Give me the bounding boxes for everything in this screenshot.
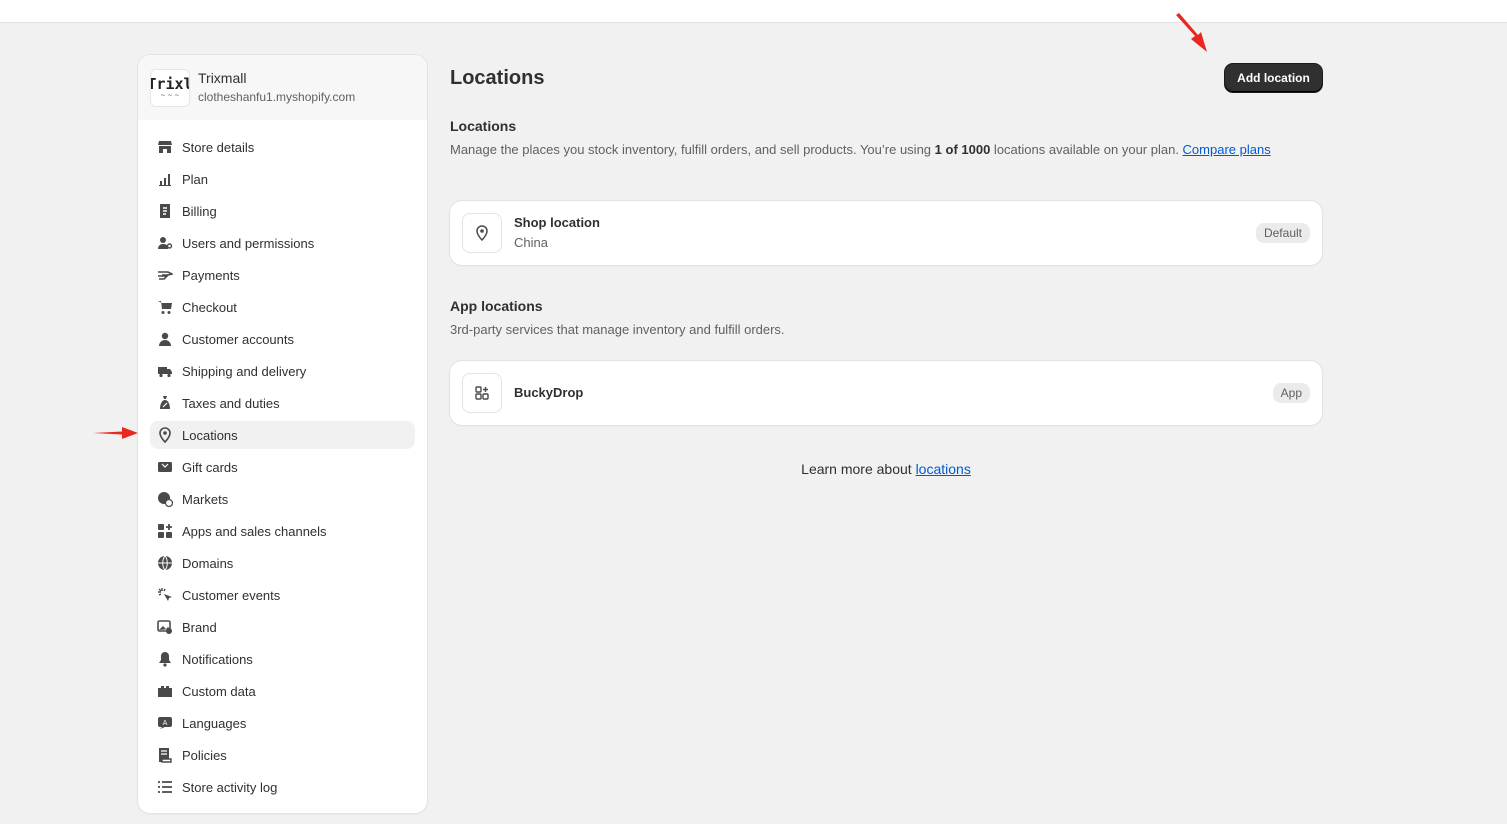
location-pin-icon (156, 426, 174, 444)
sidebar-item-label: Domains (182, 555, 234, 571)
chart-icon (156, 170, 174, 188)
location-name: Shop location (514, 215, 600, 230)
sidebar-item-label: Notifications (182, 651, 253, 667)
sidebar-item-notifications[interactable]: Notifications (150, 645, 415, 673)
hand-money-icon (156, 266, 174, 284)
list-icon (156, 778, 174, 796)
annotation-arrow-top (1176, 13, 1207, 52)
gift-card-icon (156, 458, 174, 476)
sidebar-item-label: Locations (182, 427, 238, 443)
app-location-name: BuckyDrop (514, 385, 584, 400)
image-icon (156, 618, 174, 636)
sidebar-item-locations[interactable]: Locations (150, 421, 415, 449)
apps-icon (462, 373, 502, 413)
sidebar-item-label: Users and permissions (182, 235, 315, 251)
page-title: Locations (450, 67, 545, 89)
location-country: China (514, 235, 548, 250)
sidebar-item-label: Policies (182, 747, 227, 763)
sidebar-item-billing[interactable]: Billing (150, 197, 415, 225)
svg-text:A: A (163, 719, 168, 727)
sidebar-item-custom-data[interactable]: Custom data (150, 677, 415, 705)
learn-more-text: Learn more about locations (801, 461, 971, 477)
app-badge: App (1272, 383, 1310, 403)
add-location-button[interactable]: Add location (1225, 64, 1322, 92)
sidebar-item-label: Billing (182, 203, 217, 219)
sidebar-item-label: Customer events (182, 587, 281, 603)
apps-icon (156, 522, 174, 540)
sidebar-item-store-details[interactable]: Store details (150, 133, 415, 161)
store-header[interactable]: Trixl ~ ~ ~ Trixmall clotheshanfu1.mysho… (138, 55, 427, 120)
shop-location-card[interactable]: Shop location China Default (450, 201, 1322, 265)
truck-icon (156, 362, 174, 380)
users-icon (156, 234, 174, 252)
store-logo: Trixl ~ ~ ~ (150, 68, 190, 107)
sidebar-item-label: Gift cards (182, 459, 238, 475)
top-bar (0, 0, 1507, 23)
sidebar-item-label: Apps and sales channels (182, 523, 327, 539)
sidebar-item-label: Shipping and delivery (182, 363, 307, 379)
sidebar-item-label: Customer accounts (182, 331, 294, 347)
cursor-click-icon (156, 586, 174, 604)
sidebar-item-label: Plan (182, 171, 209, 187)
sidebar-item-gift-cards[interactable]: Gift cards (150, 453, 415, 481)
globe-dollar-icon (156, 490, 174, 508)
app-locations-heading: App locations (450, 298, 543, 314)
locations-section-description: Manage the places you stock inventory, f… (450, 142, 1271, 157)
location-pin-icon (462, 213, 502, 253)
sidebar-item-policies[interactable]: Policies (150, 741, 415, 769)
sidebar-item-languages[interactable]: A Languages (150, 709, 415, 737)
sidebar-item-label: Store activity log (182, 779, 278, 795)
sidebar-item-markets[interactable]: Markets (150, 485, 415, 513)
store-icon (156, 138, 174, 156)
sidebar-item-label: Taxes and duties (182, 395, 280, 411)
settings-nav: Store details Plan Billing Users and per… (138, 120, 427, 801)
bell-icon (156, 650, 174, 668)
app-location-card[interactable]: BuckyDrop App (450, 361, 1322, 425)
store-name: Trixmall (198, 70, 247, 86)
sidebar-item-label: Store details (182, 139, 255, 155)
sidebar-item-customer-accounts[interactable]: Customer accounts (150, 325, 415, 353)
sidebar-item-label: Checkout (182, 299, 237, 315)
policy-icon (156, 746, 174, 764)
sidebar-item-domains[interactable]: Domains (150, 549, 415, 577)
sidebar-item-brand[interactable]: Brand (150, 613, 415, 641)
annotation-arrow-left (93, 427, 138, 439)
default-badge: Default (1255, 223, 1310, 243)
sidebar-item-payments[interactable]: Payments (150, 261, 415, 289)
locations-help-link[interactable]: locations (916, 461, 971, 477)
globe-icon (156, 554, 174, 572)
app-locations-description: 3rd-party services that manage inventory… (450, 322, 785, 337)
sidebar-item-customer-events[interactable]: Customer events (150, 581, 415, 609)
person-icon (156, 330, 174, 348)
sidebar-item-store-activity-log[interactable]: Store activity log (150, 773, 415, 801)
settings-sidebar: Trixl ~ ~ ~ Trixmall clotheshanfu1.mysho… (138, 55, 427, 813)
sidebar-item-label: Markets (182, 491, 229, 507)
tax-bag-icon (156, 394, 174, 412)
sidebar-item-plan[interactable]: Plan (150, 165, 415, 193)
sidebar-item-apps[interactable]: Apps and sales channels (150, 517, 415, 545)
language-icon: A (156, 714, 174, 732)
sidebar-item-label: Payments (182, 267, 240, 283)
cart-icon (156, 298, 174, 316)
compare-plans-link[interactable]: Compare plans (1183, 142, 1271, 157)
locations-section-heading: Locations (450, 118, 517, 134)
store-domain: clotheshanfu1.myshopify.com (198, 90, 356, 104)
sidebar-item-users[interactable]: Users and permissions (150, 229, 415, 257)
receipt-icon (156, 202, 174, 220)
sidebar-item-shipping[interactable]: Shipping and delivery (150, 357, 415, 385)
sidebar-item-taxes[interactable]: Taxes and duties (150, 389, 415, 417)
sidebar-item-label: Custom data (182, 683, 256, 699)
sidebar-item-label: Brand (182, 619, 217, 635)
sidebar-item-label: Languages (182, 715, 247, 731)
custom-data-icon (156, 682, 174, 700)
sidebar-item-checkout[interactable]: Checkout (150, 293, 415, 321)
